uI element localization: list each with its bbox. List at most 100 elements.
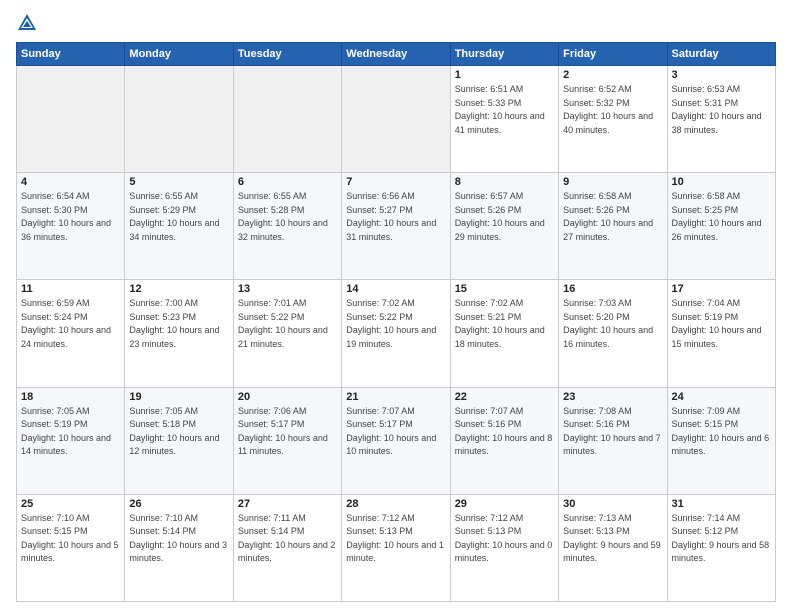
day-info: Sunrise: 7:06 AM Sunset: 5:17 PM Dayligh… [238,405,337,459]
sunset: Sunset: 5:29 PM [129,205,196,215]
day-info: Sunrise: 6:59 AM Sunset: 5:24 PM Dayligh… [21,297,120,351]
daylight: Daylight: 10 hours and 0 minutes. [455,540,553,564]
day-info: Sunrise: 6:51 AM Sunset: 5:33 PM Dayligh… [455,83,554,137]
day-number: 24 [672,391,771,403]
day-info: Sunrise: 6:56 AM Sunset: 5:27 PM Dayligh… [346,190,445,244]
sunset: Sunset: 5:23 PM [129,312,196,322]
calendar-cell: 28 Sunrise: 7:12 AM Sunset: 5:13 PM Dayl… [342,494,450,601]
day-info: Sunrise: 6:52 AM Sunset: 5:32 PM Dayligh… [563,83,662,137]
weekday-header-monday: Monday [125,43,233,66]
sunset: Sunset: 5:22 PM [238,312,305,322]
sunrise: Sunrise: 7:02 AM [455,298,524,308]
day-info: Sunrise: 7:07 AM Sunset: 5:17 PM Dayligh… [346,405,445,459]
daylight: Daylight: 10 hours and 27 minutes. [563,218,653,242]
day-number: 5 [129,176,228,188]
day-number: 28 [346,498,445,510]
calendar-cell: 8 Sunrise: 6:57 AM Sunset: 5:26 PM Dayli… [450,173,558,280]
day-number: 26 [129,498,228,510]
day-number: 11 [21,283,120,295]
day-info: Sunrise: 6:55 AM Sunset: 5:29 PM Dayligh… [129,190,228,244]
calendar-cell [125,66,233,173]
calendar-week-1: 1 Sunrise: 6:51 AM Sunset: 5:33 PM Dayli… [17,66,776,173]
weekday-header-friday: Friday [559,43,667,66]
sunset: Sunset: 5:20 PM [563,312,630,322]
sunrise: Sunrise: 6:52 AM [563,84,632,94]
day-number: 14 [346,283,445,295]
daylight: Daylight: 10 hours and 14 minutes. [21,433,111,457]
sunset: Sunset: 5:19 PM [672,312,739,322]
day-number: 22 [455,391,554,403]
sunset: Sunset: 5:18 PM [129,419,196,429]
sunset: Sunset: 5:26 PM [563,205,630,215]
day-number: 23 [563,391,662,403]
sunrise: Sunrise: 7:11 AM [238,513,306,523]
sunrise: Sunrise: 7:07 AM [455,406,524,416]
daylight: Daylight: 9 hours and 59 minutes. [563,540,661,564]
sunset: Sunset: 5:13 PM [563,526,630,536]
sunset: Sunset: 5:13 PM [346,526,413,536]
daylight: Daylight: 10 hours and 21 minutes. [238,325,328,349]
sunrise: Sunrise: 6:59 AM [21,298,90,308]
day-number: 15 [455,283,554,295]
day-number: 13 [238,283,337,295]
sunrise: Sunrise: 7:00 AM [129,298,198,308]
daylight: Daylight: 10 hours and 19 minutes. [346,325,436,349]
calendar-cell: 3 Sunrise: 6:53 AM Sunset: 5:31 PM Dayli… [667,66,775,173]
sunrise: Sunrise: 6:55 AM [129,191,198,201]
day-info: Sunrise: 7:00 AM Sunset: 5:23 PM Dayligh… [129,297,228,351]
calendar-cell [17,66,125,173]
sunrise: Sunrise: 6:58 AM [563,191,632,201]
calendar-cell: 29 Sunrise: 7:12 AM Sunset: 5:13 PM Dayl… [450,494,558,601]
daylight: Daylight: 10 hours and 12 minutes. [129,433,219,457]
sunrise: Sunrise: 7:14 AM [672,513,741,523]
daylight: Daylight: 10 hours and 11 minutes. [238,433,328,457]
daylight: Daylight: 10 hours and 16 minutes. [563,325,653,349]
daylight: Daylight: 10 hours and 15 minutes. [672,325,762,349]
daylight: Daylight: 9 hours and 58 minutes. [672,540,770,564]
day-info: Sunrise: 7:11 AM Sunset: 5:14 PM Dayligh… [238,512,337,566]
calendar-cell: 5 Sunrise: 6:55 AM Sunset: 5:29 PM Dayli… [125,173,233,280]
day-number: 7 [346,176,445,188]
sunset: Sunset: 5:17 PM [238,419,305,429]
sunset: Sunset: 5:19 PM [21,419,88,429]
day-info: Sunrise: 7:10 AM Sunset: 5:14 PM Dayligh… [129,512,228,566]
sunrise: Sunrise: 7:12 AM [346,513,415,523]
daylight: Daylight: 10 hours and 31 minutes. [346,218,436,242]
sunset: Sunset: 5:14 PM [129,526,196,536]
calendar-cell: 17 Sunrise: 7:04 AM Sunset: 5:19 PM Dayl… [667,280,775,387]
calendar-week-3: 11 Sunrise: 6:59 AM Sunset: 5:24 PM Dayl… [17,280,776,387]
day-number: 31 [672,498,771,510]
daylight: Daylight: 10 hours and 7 minutes. [563,433,661,457]
calendar-cell: 12 Sunrise: 7:00 AM Sunset: 5:23 PM Dayl… [125,280,233,387]
day-number: 8 [455,176,554,188]
day-info: Sunrise: 7:12 AM Sunset: 5:13 PM Dayligh… [346,512,445,566]
day-info: Sunrise: 6:58 AM Sunset: 5:25 PM Dayligh… [672,190,771,244]
calendar-cell [233,66,341,173]
sunset: Sunset: 5:13 PM [455,526,522,536]
header [16,12,776,34]
calendar-cell: 11 Sunrise: 6:59 AM Sunset: 5:24 PM Dayl… [17,280,125,387]
sunrise: Sunrise: 7:13 AM [563,513,632,523]
day-info: Sunrise: 6:53 AM Sunset: 5:31 PM Dayligh… [672,83,771,137]
day-number: 16 [563,283,662,295]
daylight: Daylight: 10 hours and 1 minute. [346,540,444,564]
sunset: Sunset: 5:15 PM [672,419,739,429]
sunrise: Sunrise: 7:04 AM [672,298,741,308]
sunrise: Sunrise: 6:53 AM [672,84,741,94]
sunrise: Sunrise: 7:02 AM [346,298,415,308]
day-number: 2 [563,69,662,81]
calendar-cell: 2 Sunrise: 6:52 AM Sunset: 5:32 PM Dayli… [559,66,667,173]
daylight: Daylight: 10 hours and 32 minutes. [238,218,328,242]
weekday-header-saturday: Saturday [667,43,775,66]
daylight: Daylight: 10 hours and 41 minutes. [455,111,545,135]
calendar-cell: 31 Sunrise: 7:14 AM Sunset: 5:12 PM Dayl… [667,494,775,601]
sunrise: Sunrise: 7:05 AM [129,406,198,416]
calendar-cell: 27 Sunrise: 7:11 AM Sunset: 5:14 PM Dayl… [233,494,341,601]
calendar-cell: 30 Sunrise: 7:13 AM Sunset: 5:13 PM Dayl… [559,494,667,601]
daylight: Daylight: 10 hours and 26 minutes. [672,218,762,242]
sunset: Sunset: 5:27 PM [346,205,413,215]
day-info: Sunrise: 6:55 AM Sunset: 5:28 PM Dayligh… [238,190,337,244]
sunset: Sunset: 5:12 PM [672,526,739,536]
day-number: 27 [238,498,337,510]
day-info: Sunrise: 7:02 AM Sunset: 5:21 PM Dayligh… [455,297,554,351]
